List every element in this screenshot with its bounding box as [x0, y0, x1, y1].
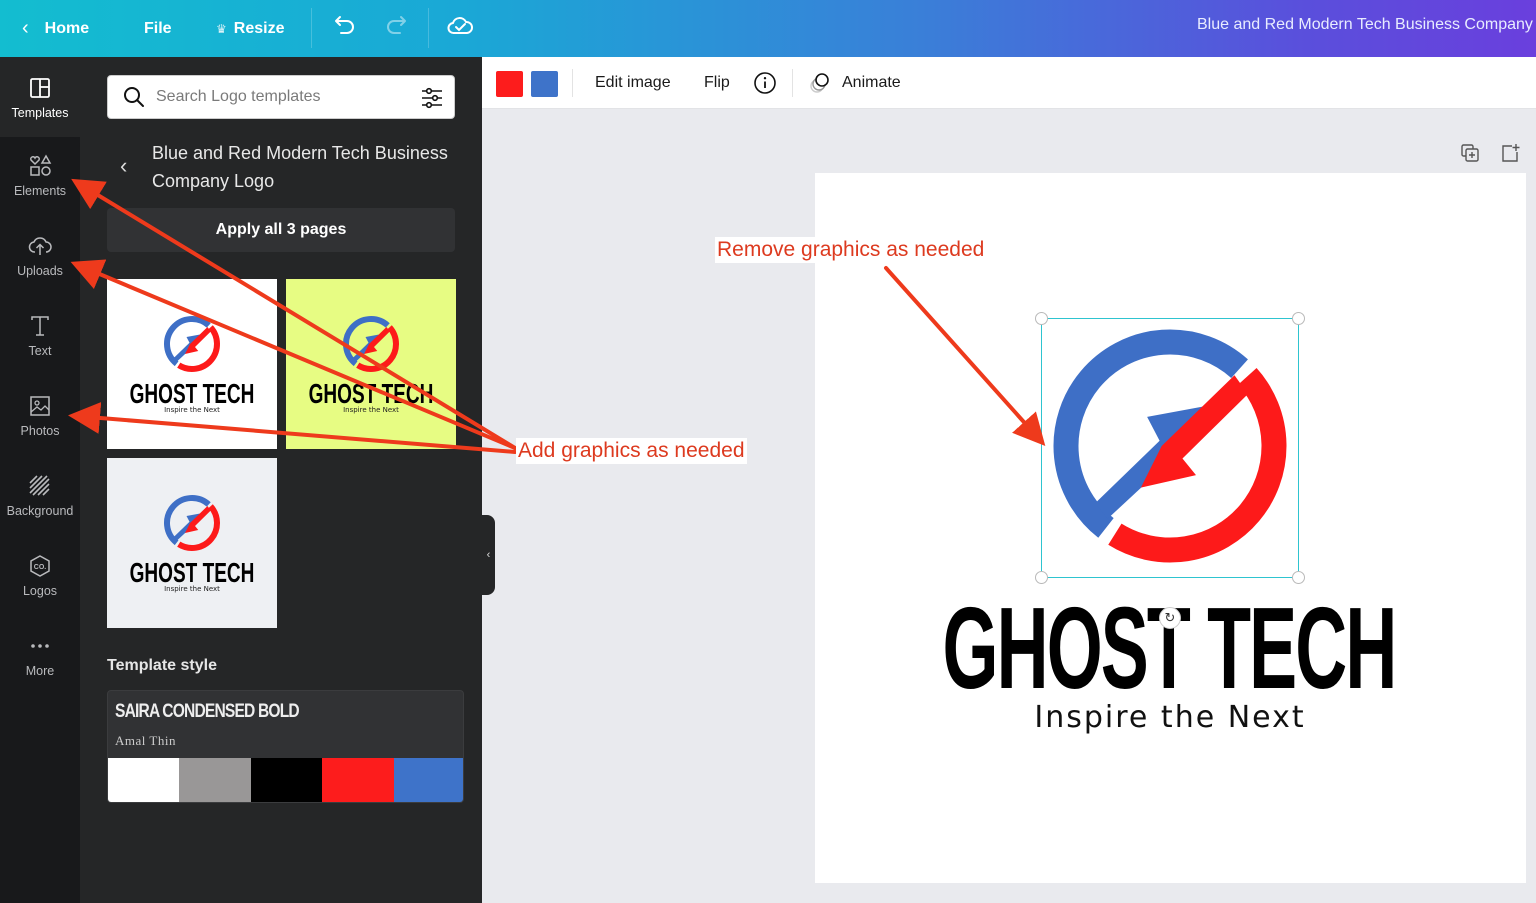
search-icon	[124, 87, 144, 107]
palette-swatch[interactable]	[179, 758, 251, 802]
rail-label: Text	[28, 344, 52, 358]
resize-handle-top-left[interactable]	[1035, 312, 1048, 325]
thumbnail-logo: GHOST TECHInspire the Next	[130, 316, 254, 414]
thumbnail-logo: GHOST TECHInspire the Next	[309, 316, 433, 414]
back-button[interactable]: ‹	[120, 153, 127, 179]
palette-swatch[interactable]	[250, 758, 323, 802]
rail-label: Templates	[11, 106, 69, 120]
search-input[interactable]	[156, 88, 406, 106]
divider	[428, 8, 429, 48]
logo-blue-arc	[164, 316, 211, 367]
selection-box[interactable]	[1041, 318, 1299, 578]
context-toolbar: Edit image Flip Animate	[482, 57, 1536, 109]
rail-item-text[interactable]: Text	[0, 297, 80, 377]
cloud-saved-icon[interactable]	[446, 12, 474, 40]
rail-item-uploads[interactable]: Uploads	[0, 217, 80, 297]
style-palette	[108, 758, 463, 802]
home-button[interactable]: ‹ Home	[22, 0, 89, 57]
thumbnail-tagline: Inspire the Next	[164, 406, 220, 414]
filter-icon[interactable]	[420, 86, 444, 110]
animate-icon	[810, 73, 829, 93]
resize-button[interactable]: ♛ Resize	[216, 0, 284, 57]
redo-icon[interactable]	[383, 12, 411, 40]
rail-label: Logos	[22, 584, 58, 598]
file-menu-button[interactable]: File	[144, 0, 172, 57]
style-secondary-font: Amal Thin	[115, 733, 176, 748]
photo-icon	[30, 396, 50, 416]
rail-item-templates[interactable]: Templates	[0, 57, 80, 137]
divider	[572, 69, 573, 97]
rail-label: Elements	[13, 184, 67, 198]
template-style-heading: Template style	[107, 657, 217, 674]
logo-blue-arc	[164, 495, 211, 546]
top-bar: ‹ Home File ♛ Resize Blue and Red Modern…	[0, 0, 1536, 57]
templates-icon	[30, 78, 50, 98]
rotate-handle-icon[interactable]: ↻	[1159, 607, 1181, 629]
rail-item-photos[interactable]: Photos	[0, 377, 80, 457]
background-icon	[29, 475, 50, 496]
thumbnail-tagline: Inspire the Next	[343, 406, 399, 414]
elements-icon	[30, 154, 52, 176]
more-icon	[31, 644, 49, 648]
annotation-remove: Remove graphics as needed	[715, 237, 987, 263]
palette-swatch[interactable]	[322, 758, 394, 802]
rail-item-background[interactable]: Background	[0, 457, 80, 537]
logo-mark	[164, 316, 220, 372]
rail-label: More	[25, 664, 55, 678]
chevron-left-icon: ‹	[22, 17, 29, 39]
upload-cloud-icon	[28, 237, 52, 255]
undo-icon[interactable]	[330, 12, 358, 40]
rail-item-logos[interactable]: CO. Logos	[0, 537, 80, 617]
apply-all-pages-button[interactable]: Apply all 3 pages	[107, 208, 455, 252]
template-thumbnail[interactable]: GHOST TECH Inspire the Next	[107, 458, 277, 628]
template-title: Blue and Red Modern Tech Business Compan…	[152, 143, 448, 191]
template-style-card[interactable]: SAIRA CONDENSED BOLD Amal Thin	[107, 690, 464, 803]
color-swatch-blue[interactable]	[531, 71, 558, 97]
divider	[792, 69, 793, 97]
template-thumbnail[interactable]: GHOST TECH Inspire the Next	[286, 279, 456, 449]
text-icon	[31, 316, 49, 336]
annotation-add: Add graphics as needed	[516, 438, 747, 464]
rail-item-elements[interactable]: Elements	[0, 137, 80, 217]
resize-handle-top-right[interactable]	[1292, 312, 1305, 325]
thumbnail-logo: GHOST TECHInspire the Next	[130, 495, 254, 593]
palette-swatch[interactable]	[393, 758, 463, 802]
logo-mark	[343, 316, 399, 372]
divider	[311, 8, 312, 48]
rail-label: Background	[6, 504, 74, 518]
home-label: Home	[44, 19, 90, 37]
document-title[interactable]: Blue and Red Modern Tech Business Compan…	[1197, 0, 1536, 57]
info-icon[interactable]	[753, 71, 777, 95]
flip-button[interactable]: Flip	[704, 57, 730, 109]
crown-icon: ♛	[216, 21, 227, 36]
search-box	[107, 75, 455, 119]
svg-text:CO.: CO.	[34, 564, 47, 571]
rail-item-more[interactable]: More	[0, 617, 80, 697]
duplicate-page-icon[interactable]	[1460, 143, 1480, 163]
logos-icon: CO.	[30, 555, 50, 577]
tagline-text[interactable]: Inspire the Next	[938, 700, 1402, 735]
left-rail: Templates Elements Uploads Text Photos B…	[0, 57, 80, 903]
template-thumbnail[interactable]: GHOST TECH Inspire the Next	[107, 279, 277, 449]
resize-label: Resize	[233, 19, 285, 37]
color-swatch-red[interactable]	[496, 71, 523, 97]
logo-mark	[164, 495, 220, 551]
edit-image-button[interactable]: Edit image	[595, 57, 671, 109]
thumbnail-tagline: Inspire the Next	[164, 585, 220, 593]
logo-blue-arc	[343, 316, 390, 367]
rail-label: Photos	[20, 424, 60, 438]
collapse-panel-button[interactable]: ‹	[482, 515, 495, 595]
rail-label: Uploads	[17, 264, 63, 278]
templates-panel: ‹ Blue and Red Modern Tech Business Comp…	[80, 57, 482, 903]
animate-button[interactable]: Animate	[842, 57, 901, 109]
style-primary-font: SAIRA CONDENSED BOLD	[115, 701, 300, 722]
palette-swatch[interactable]	[108, 758, 180, 802]
add-page-icon[interactable]	[1500, 143, 1520, 163]
